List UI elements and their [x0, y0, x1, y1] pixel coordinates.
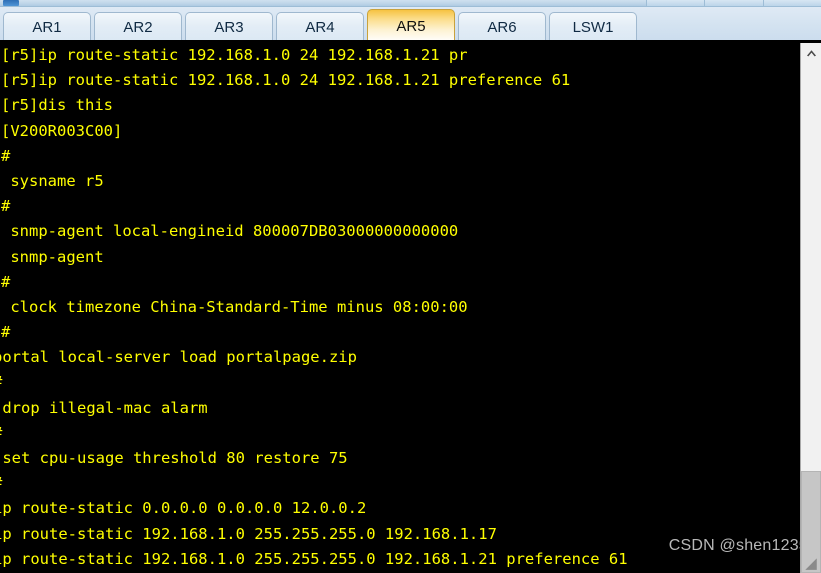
tab-label: LSW1 [572, 19, 614, 36]
tab-label: AR2 [123, 19, 153, 36]
tab-ar3[interactable]: AR3 [185, 12, 273, 42]
terminal-line: ip route-static 0.0.0.0 0.0.0.0 12.0.0.2 [0, 499, 367, 518]
terminal-line: [V200R003C00] [1, 121, 123, 140]
terminal-line: # [0, 421, 800, 446]
tab-label: AR3 [214, 19, 244, 36]
scrollbar-track[interactable] [801, 63, 821, 573]
app-icon [3, 0, 19, 6]
terminal-scrollbar[interactable]: ◢ [800, 43, 821, 573]
maximize-button[interactable] [704, 0, 763, 6]
terminal-line: # [0, 471, 800, 496]
terminal-line: [r5]ip route-static 192.168.1.0 24 192.1… [1, 71, 571, 90]
terminal-line: snmp-agent local-engineid 800007DB030000… [1, 222, 459, 241]
window-controls [646, 0, 821, 6]
terminal-line: sysname r5 [1, 171, 104, 190]
tab-label: AR1 [32, 19, 62, 36]
tab-ar2[interactable]: AR2 [94, 12, 182, 42]
terminal-line: # [1, 197, 11, 216]
terminal-line: portal local-server load portalpage.zip [0, 348, 357, 367]
terminal-line: # [1, 323, 11, 342]
close-button[interactable] [762, 0, 821, 6]
tab-label: AR5 [396, 17, 426, 35]
device-tab-bar: AR1 AR2 AR3 AR4 AR5 AR6 LSW1 [0, 7, 821, 42]
cli-terminal[interactable]: [r5]ip route-static 192.168.1.0 24 192.1… [0, 43, 800, 573]
tab-ar1[interactable]: AR1 [3, 12, 91, 42]
terminal-line: drop illegal-mac alarm [0, 398, 208, 417]
scrollbar-thumb[interactable] [801, 471, 821, 573]
tab-label: AR4 [305, 19, 335, 36]
chevron-up-icon [806, 49, 817, 57]
terminal-line: # [1, 272, 11, 291]
terminal-line: [r5]ip route-static 192.168.1.0 24 192.1… [1, 46, 468, 64]
tab-lsw1[interactable]: LSW1 [549, 12, 637, 42]
tab-ar6[interactable]: AR6 [458, 12, 546, 42]
tab-ar5[interactable]: AR5 [367, 9, 455, 42]
terminal-line: snmp-agent [1, 247, 104, 266]
tab-label: AR6 [487, 19, 517, 36]
terminal-line: clock timezone China-Standard-Time minus… [1, 297, 468, 316]
tab-ar4[interactable]: AR4 [276, 12, 364, 42]
window-titlebar [0, 0, 821, 7]
scroll-up-button[interactable] [801, 43, 821, 63]
minimize-button[interactable] [646, 0, 705, 6]
terminal-line: ip route-static 192.168.1.0 255.255.255.… [0, 524, 497, 543]
tab-list: AR1 AR2 AR3 AR4 AR5 AR6 LSW1 [3, 9, 640, 42]
terminal-line: # [0, 370, 800, 395]
terminal-line: # [1, 146, 11, 165]
emulator-window: AR1 AR2 AR3 AR4 AR5 AR6 LSW1 [r5]ip route-stat… [0, 0, 821, 573]
terminal-line: [r5]dis this [1, 96, 113, 115]
terminal-line: set cpu-usage threshold 80 restore 75 [0, 449, 348, 467]
terminal-line: ip route-static 192.168.1.0 255.255.255.… [0, 549, 628, 568]
